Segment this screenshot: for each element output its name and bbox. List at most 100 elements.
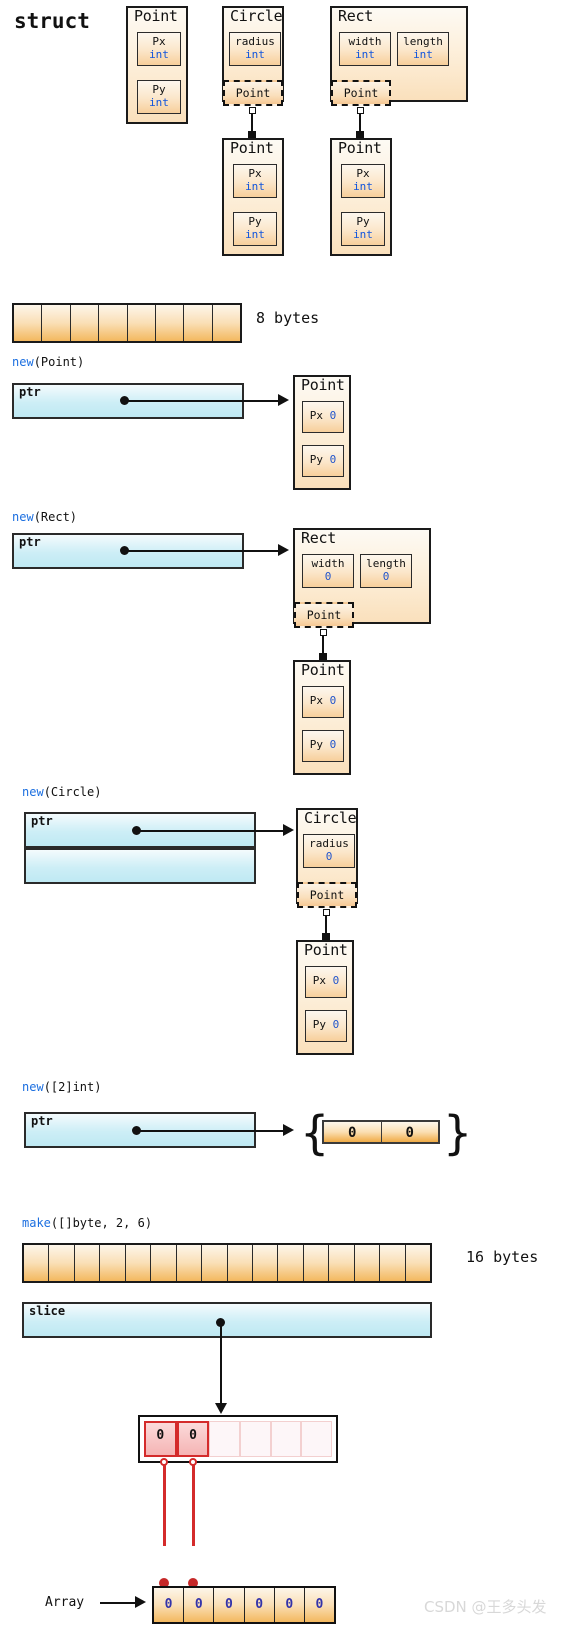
pointer-arrow-line <box>137 1130 283 1132</box>
field-width: width int <box>339 32 391 66</box>
slice-capacity-box: 00 <box>138 1415 338 1463</box>
byte-cell <box>202 1245 228 1281</box>
caption-args: (Rect) <box>33 510 78 524</box>
field-name: radius <box>309 837 349 850</box>
field-value: 0 <box>325 850 333 863</box>
array-cell: 0 <box>304 1588 335 1622</box>
byte-cell <box>155 305 185 341</box>
field-value: 0 <box>329 694 337 707</box>
struct-title-point: Point <box>134 7 178 25</box>
field-value: 0 <box>382 570 390 583</box>
struct-title-point: Point <box>338 139 382 157</box>
pointer-label: ptr <box>31 1114 53 1128</box>
field-type: int <box>413 48 433 61</box>
slice-label: slice <box>29 1304 66 1318</box>
field-value: 0 <box>329 453 337 466</box>
pointer-arrow-line <box>137 830 283 832</box>
slice-capacity-cell <box>240 1421 271 1457</box>
pointer-arrow-line <box>125 400 278 402</box>
keyword-new: new <box>22 785 44 799</box>
byte-cell <box>176 1245 203 1281</box>
field-py: Py 0 <box>305 1010 347 1042</box>
byte-cell <box>24 1245 50 1281</box>
field-name: Px <box>312 974 326 987</box>
array-cell: 0 <box>154 1588 185 1622</box>
keyword-new: new <box>22 1080 44 1094</box>
field-py: Py int <box>233 212 277 246</box>
field-value: 0 <box>329 409 337 422</box>
heap-box-circle-point: Point Px 0 Py 0 <box>296 940 354 1055</box>
caption-args: (Circle) <box>43 785 102 799</box>
array-cell: 0 <box>214 1588 245 1622</box>
array-cell: 0 <box>184 1588 215 1622</box>
struct-title-circle: Circle <box>230 7 283 25</box>
field-name: Py <box>356 215 370 228</box>
field-type: int <box>149 96 169 109</box>
composition-line-rect-heap <box>322 635 324 655</box>
page-title: struct <box>14 9 90 33</box>
array-cell: 0 <box>274 1588 305 1622</box>
slice-length-cell: 0 <box>144 1421 177 1457</box>
caption-new-rect: new(Rect) <box>12 510 77 524</box>
watermark: CSDN @王多头发 <box>424 1598 547 1616</box>
slice-header-bar: slice <box>22 1302 432 1338</box>
array-cell: 0 <box>381 1122 438 1142</box>
field-type: int <box>355 48 375 61</box>
field-type: int <box>245 48 265 61</box>
byte-cell <box>151 1245 177 1281</box>
byte-cell <box>405 1245 430 1281</box>
backing-array: 000000 <box>152 1586 336 1624</box>
field-name: Py <box>309 738 323 751</box>
caption-args: (Point) <box>33 355 85 369</box>
byte-cell <box>354 1245 381 1281</box>
field-name: width <box>311 557 345 570</box>
slice-cell-0-connector-line <box>163 1464 166 1546</box>
byte-cell <box>252 1245 279 1281</box>
field-px: Px 0 <box>305 966 347 998</box>
field-px: Px int <box>341 164 385 198</box>
field-py: Py int <box>341 212 385 246</box>
array-cell: 0 <box>244 1588 275 1622</box>
byte-cell <box>329 1245 355 1281</box>
field-value: 0 <box>332 974 340 987</box>
caption-new-point: new(Point) <box>12 355 84 369</box>
field-px: Px int <box>137 32 181 66</box>
struct-title-rect: Rect <box>301 529 336 547</box>
byte-cell <box>49 1245 75 1281</box>
struct-title-point: Point <box>301 661 345 679</box>
byte-cell <box>125 1245 152 1281</box>
field-name: Px <box>152 35 166 48</box>
field-py: Py int <box>137 80 181 114</box>
field-name: length <box>366 557 406 570</box>
pointer-arrow-head <box>283 824 294 836</box>
byte-cell <box>100 1245 126 1281</box>
slice-length-cell: 0 <box>176 1421 210 1457</box>
embedded-point-in-circle-heap: Point <box>297 882 357 908</box>
field-value: 0 <box>329 738 337 751</box>
byte-strip-8 <box>12 303 242 343</box>
caption-make-slice: make([]byte, 2, 6) <box>22 1216 152 1230</box>
pointer-bar-new-circle <box>24 848 256 884</box>
slice-arrow-head <box>215 1403 227 1414</box>
slice-arrow-line <box>220 1323 222 1407</box>
array-2-int: 00 <box>322 1120 440 1144</box>
field-type: int <box>353 180 373 193</box>
slice-capacity-cell <box>209 1421 241 1457</box>
composition-line-circle-heap <box>325 915 327 935</box>
label-8-bytes: 8 bytes <box>256 309 320 327</box>
field-length: length 0 <box>360 554 412 588</box>
heap-box-point: Point Px 0 Py 0 <box>293 375 351 490</box>
field-length: length int <box>397 32 449 66</box>
byte-cell <box>99 305 128 341</box>
field-name: Px <box>356 167 370 180</box>
array-arrow-line <box>100 1602 136 1604</box>
field-name: length <box>403 35 443 48</box>
array-arrow-head <box>135 1596 146 1608</box>
composition-line-circle <box>251 113 253 133</box>
field-width: width 0 <box>302 554 354 588</box>
byte-cell <box>127 305 156 341</box>
field-name: Py <box>312 1018 326 1031</box>
struct-title-point: Point <box>301 376 345 394</box>
field-px: Px 0 <box>302 686 344 718</box>
struct-box-circle-point: Point Px int Py int <box>222 138 284 256</box>
